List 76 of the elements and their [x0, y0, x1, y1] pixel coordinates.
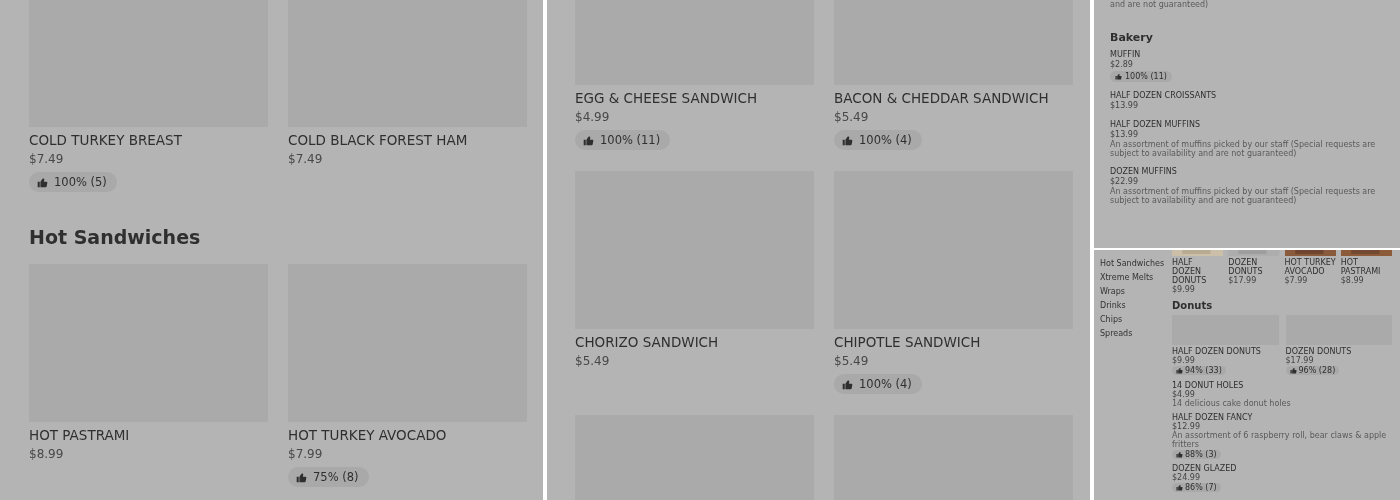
item-name[interactable]: 14 DONUT HOLES: [1172, 381, 1244, 390]
rating-text: 100% (4): [859, 133, 912, 147]
thumbs-up-icon: [1176, 451, 1183, 458]
item-price: $12.99: [1172, 422, 1200, 431]
item-name[interactable]: BACON & CHEDDAR SANDWICH: [834, 89, 1049, 107]
item-name[interactable]: MUFFIN: [1110, 50, 1141, 60]
item-name[interactable]: HOT TURKEY AVOCADO: [288, 426, 447, 444]
item-price: $13.99: [1110, 101, 1138, 111]
rating-text: 88% (3): [1185, 450, 1217, 459]
item-name[interactable]: HALF DOZEN CROISSANTS: [1110, 91, 1217, 101]
item-price: $17.99: [1285, 356, 1314, 365]
item-name[interactable]: DOZEN DONUTS: [1285, 347, 1352, 356]
thumbs-up-icon: [1176, 367, 1183, 374]
item-price: $9.99: [1172, 285, 1196, 294]
category-link[interactable]: Hot Sandwiches: [1100, 259, 1172, 269]
thumbs-up-icon: [1176, 484, 1183, 491]
rating-text: 100% (11): [1125, 72, 1167, 81]
item-price: $7.99: [1284, 276, 1309, 285]
item-name[interactable]: HALF DOZEN FANCY: [1172, 413, 1253, 422]
rating-text: 94% (33): [1185, 366, 1222, 375]
item-price: $7.49: [29, 151, 64, 168]
rating-text: 75% (8): [313, 470, 359, 484]
item-name[interactable]: COLD BLACK FOREST HAM: [288, 131, 468, 149]
item-price: $22.99: [1110, 177, 1138, 187]
item-name[interactable]: HALF DOZEN DONUTS: [1172, 347, 1261, 356]
item-price: $7.49: [288, 151, 323, 168]
item-name[interactable]: CHORIZO SANDWICH: [575, 333, 719, 351]
thumbs-up-icon: [296, 471, 307, 483]
item-name[interactable]: EGG & CHEESE SANDWICH: [575, 89, 758, 107]
item-name[interactable]: COLD TURKEY BREAST: [29, 131, 182, 149]
item-description: An assortment of muffins picked by our staff (Special requests are subject to availability and are not guaranteed): [1110, 187, 1377, 205]
item-name[interactable]: HALF DOZEN DONUTS: [1172, 258, 1224, 285]
rating-text: 100% (5): [54, 175, 107, 189]
item-price: $5.49: [834, 109, 869, 126]
item-name[interactable]: HOT PASTRAMI: [29, 426, 130, 444]
rating-text: 86% (7): [1185, 483, 1217, 492]
category-link[interactable]: Drinks: [1100, 301, 1172, 311]
item-price: $7.99: [288, 446, 323, 463]
item-price: $13.99: [1110, 130, 1138, 140]
category-link[interactable]: Spreads: [1100, 329, 1172, 339]
item-name[interactable]: DOZEN GLAZED: [1172, 464, 1237, 473]
item-description: An assortment of muffins picked by our staff (Special requests are subject to availability and are not guaranteed): [1110, 140, 1377, 158]
item-name[interactable]: DOZEN MUFFINS: [1110, 167, 1177, 177]
item-description: An assortment of 6 raspberry roll, bear claws & apple fritters: [1172, 431, 1388, 449]
category-link[interactable]: Xtreme Melts: [1100, 273, 1172, 283]
category-link[interactable]: Wraps: [1100, 287, 1172, 297]
item-name[interactable]: HOT TURKEY AVOCADO: [1284, 258, 1336, 276]
item-price: $5.49: [834, 353, 869, 370]
item-price: $8.99: [29, 446, 64, 463]
item-price: $5.49: [575, 353, 610, 370]
item-price: $17.99: [1228, 276, 1258, 285]
thumbs-up-icon: [37, 176, 48, 188]
thumbs-up-icon: [842, 134, 853, 146]
thumbs-up-icon: [1115, 73, 1122, 80]
item-name[interactable]: DOZEN DONUTS: [1228, 258, 1280, 276]
section-heading: Bakery: [1110, 31, 1154, 44]
item-price: $24.99: [1172, 473, 1200, 482]
thumbs-up-icon: [583, 134, 594, 146]
item-name[interactable]: CHIPOTLE SANDWICH: [834, 333, 981, 351]
item-price: $2.89: [1110, 60, 1133, 70]
category-link[interactable]: Chips: [1100, 315, 1172, 325]
item-price: $8.99: [1340, 276, 1365, 285]
item-price: $4.99: [1172, 390, 1195, 399]
thumbs-up-icon: [842, 378, 853, 390]
rating-text: 100% (11): [600, 133, 661, 147]
item-description: and are not guaranteed): [1110, 0, 1210, 9]
rating-text: 100% (4): [859, 377, 912, 391]
item-price: $9.99: [1172, 356, 1195, 365]
thumbs-up-icon: [1289, 367, 1297, 374]
rating-text: 96% (28): [1298, 366, 1336, 375]
item-description: 14 delicious cake donut holes: [1172, 399, 1291, 408]
item-name[interactable]: HOT PASTRAMI: [1340, 258, 1392, 276]
section-heading: Donuts: [1172, 300, 1214, 311]
section-heading: Hot Sandwiches: [29, 226, 202, 248]
item-price: $4.99: [575, 109, 610, 126]
item-name[interactable]: HALF DOZEN MUFFINS: [1110, 120, 1200, 130]
